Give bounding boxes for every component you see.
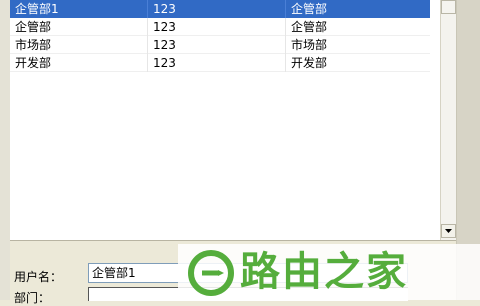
cell-name: 企管部 xyxy=(10,18,148,36)
chevron-down-icon xyxy=(445,229,452,233)
watermark: 路由之家 xyxy=(178,244,480,300)
vertical-scrollbar[interactable] xyxy=(440,0,456,240)
cell-password: 123 xyxy=(148,0,286,18)
username-label: 用户名： xyxy=(14,270,63,284)
cell-password: 123 xyxy=(148,18,286,36)
table-row[interactable]: 市场部 123 市场部 xyxy=(10,36,430,54)
cell-password: 123 xyxy=(148,54,286,72)
table-row[interactable]: 开发部 123 开发部 xyxy=(10,54,430,72)
scroll-down-button[interactable] xyxy=(441,224,456,238)
scrollbar-thumb[interactable] xyxy=(441,0,456,14)
department-label: 部门： xyxy=(14,291,51,305)
window-left-edge xyxy=(0,0,10,300)
router-logo-icon xyxy=(188,250,234,296)
cell-name: 企管部1 xyxy=(10,0,148,18)
table-row-selected[interactable]: 企管部1 123 企管部 xyxy=(10,0,430,18)
cell-department: 企管部 xyxy=(291,2,328,16)
cell-name: 开发部 xyxy=(10,54,148,72)
cell-department: 开发部 xyxy=(291,56,328,70)
cell-password: 123 xyxy=(148,36,286,54)
user-list-view[interactable]: 企管部1 123 企管部 企管部 123 企管部 市场部 123 市场部 开发部… xyxy=(10,0,456,241)
watermark-text: 路由之家 xyxy=(240,249,408,295)
cell-department: 企管部 xyxy=(291,20,328,34)
cell-name: 市场部 xyxy=(10,36,148,54)
list-rows: 企管部1 123 企管部 企管部 123 企管部 市场部 123 市场部 开发部… xyxy=(10,0,430,240)
cell-department: 市场部 xyxy=(291,38,328,52)
table-row[interactable]: 企管部 123 企管部 xyxy=(10,18,430,36)
